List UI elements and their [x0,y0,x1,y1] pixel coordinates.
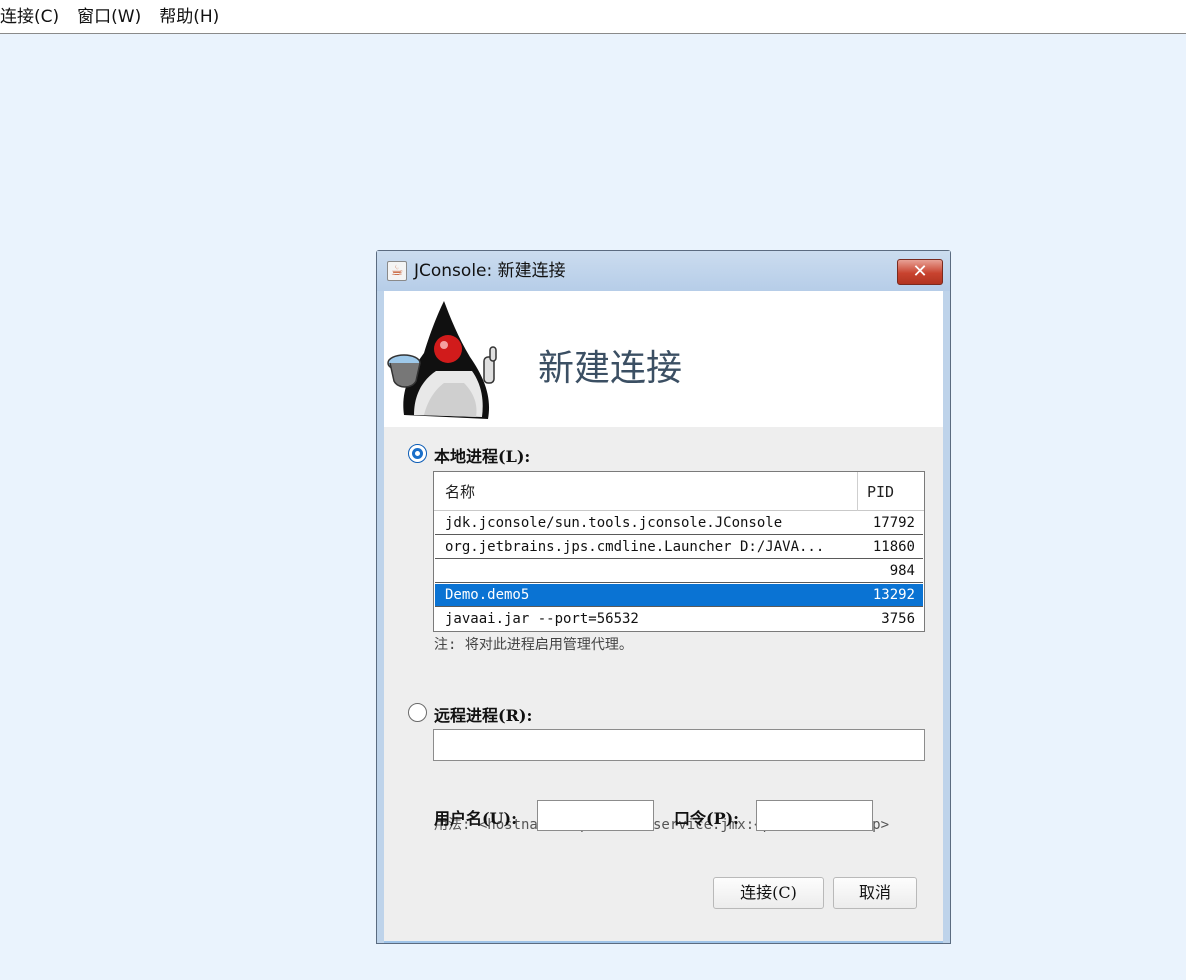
remote-process-radio[interactable] [408,703,427,722]
process-pid: 17792 [872,515,915,531]
menu-connect[interactable]: 连接(C) [0,0,69,34]
process-pid: 984 [889,563,915,579]
process-table: 名称 PID jdk.jconsole/sun.tools.jconsole.J… [433,471,925,632]
password-input[interactable] [756,800,873,831]
duke-mascot-icon [387,301,497,419]
local-process-label[interactable]: 本地进程(L): [434,443,530,467]
table-header: 名称 PID [434,472,924,511]
table-row[interactable]: 984 [435,560,923,583]
menu-help[interactable]: 帮助(H) [159,0,229,34]
dialog-content: 新建连接 本地进程(L): 名称 PID jdk.jconsole/sun.to… [384,291,943,941]
table-row[interactable]: javaai.jar --port=56532 3756 [435,608,923,631]
process-pid: 3756 [881,611,915,627]
local-process-note: 注: 将对此进程启用管理代理。 [434,637,633,653]
process-pid: 11860 [872,539,915,555]
cancel-button[interactable]: 取消 [833,877,917,909]
dialog-titlebar[interactable]: ☕ JConsole: 新建连接 ✕ [377,251,950,291]
process-name: Demo.demo5 [445,587,530,603]
table-row-selected[interactable]: Demo.demo5 13292 [435,584,923,607]
table-row[interactable]: org.jetbrains.jps.cmdline.Launcher D:/JA… [435,536,923,559]
password-label: 口令(P): [674,809,740,828]
username-input[interactable] [537,800,654,831]
column-header-pid[interactable]: PID [857,472,924,511]
process-name: javaai.jar --port=56532 [445,611,639,627]
new-connection-dialog: ☕ JConsole: 新建连接 ✕ 新建连接 本地进程(L): 名称 PID … [376,250,951,944]
column-header-name[interactable]: 名称 [445,472,475,511]
username-label: 用户名(U): [434,809,518,828]
banner-title: 新建连接 [538,348,683,389]
table-row[interactable]: jdk.jconsole/sun.tools.jconsole.JConsole… [435,512,923,535]
menubar: 连接(C) 窗口(W) 帮助(H) [0,0,1186,34]
dialog-banner: 新建连接 [384,291,943,427]
process-name: jdk.jconsole/sun.tools.jconsole.JConsole [445,515,783,531]
menu-window[interactable]: 窗口(W) [77,0,151,34]
dialog-bottom-edge [384,941,943,943]
java-cup-icon: ☕ [387,261,407,281]
dialog-title: JConsole: 新建连接 [414,261,566,281]
close-button[interactable]: ✕ [897,259,943,285]
local-process-radio[interactable] [408,444,427,463]
remote-process-label[interactable]: 远程进程(R): [434,702,532,726]
process-pid: 13292 [872,587,915,603]
remote-url-input[interactable] [433,729,925,761]
process-name: org.jetbrains.jps.cmdline.Launcher D:/JA… [445,539,825,555]
connect-button[interactable]: 连接(C) [713,877,824,909]
